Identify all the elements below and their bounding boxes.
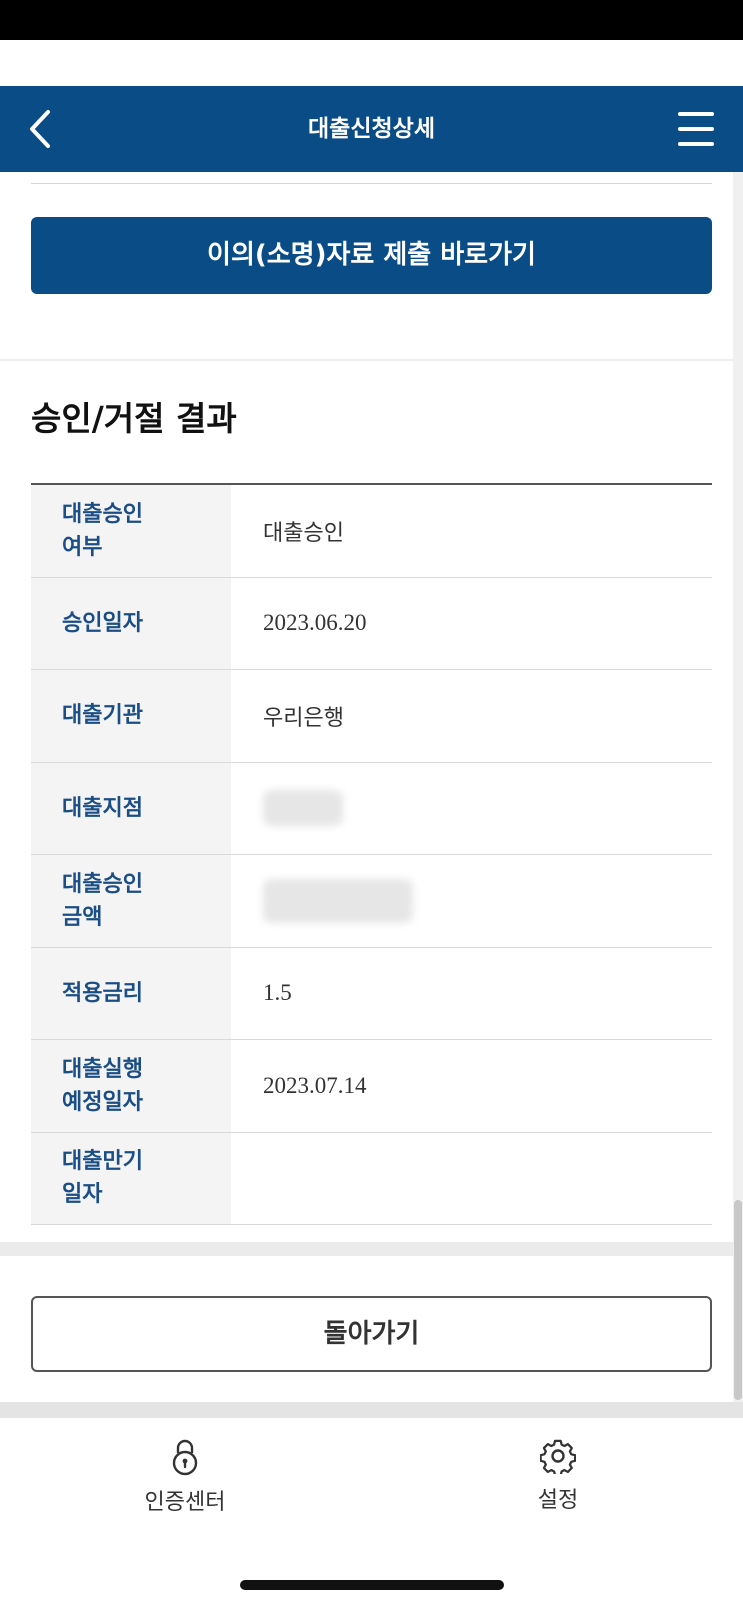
row-value: 2023.06.20 (263, 610, 367, 636)
tab-settings[interactable]: 설정 (478, 1438, 638, 1514)
home-indicator (240, 1580, 504, 1590)
row-label: 대출만기 일자 (31, 1132, 231, 1224)
status-bar (0, 0, 743, 40)
row-label: 승인일자 (31, 577, 231, 669)
row-value-redacted (231, 855, 712, 947)
row-value: 1.5 (263, 980, 292, 1006)
objection-submit-button[interactable]: 이의(소명)자료 제출 바로가기 (31, 217, 712, 294)
row-value (231, 1133, 712, 1225)
table-row: 대출승인 여부 대출승인 (31, 485, 712, 578)
go-back-button[interactable]: 돌아가기 (31, 1296, 712, 1372)
redacted-value (263, 878, 413, 923)
gear-icon (540, 1439, 576, 1474)
tab-cert-center[interactable]: 인증센터 (105, 1438, 265, 1516)
section-divider (0, 359, 743, 361)
row-label: 대출기관 (31, 670, 231, 762)
lock-icon (172, 1439, 198, 1476)
app-header: 대출신청상세 (0, 86, 743, 172)
result-table: 대출승인 여부 대출승인 승인일자 2023.06.20 대출기관 우리은행 대… (31, 483, 712, 1225)
row-value: 대출승인 (263, 520, 344, 546)
table-row: 대출만기 일자 (31, 1132, 712, 1225)
table-row: 적용금리 1.5 (31, 947, 712, 1040)
status-strip (0, 40, 743, 86)
divider (31, 183, 712, 184)
row-value-redacted (231, 763, 712, 855)
page-title: 대출신청상세 (308, 116, 435, 142)
table-row: 승인일자 2023.06.20 (31, 577, 712, 670)
section-title: 승인/거절 결과 (31, 399, 237, 438)
tab-cert-label: 인증센터 (144, 1490, 226, 1515)
table-row: 대출기관 우리은행 (31, 670, 712, 763)
table-row: 대출지점 (31, 762, 712, 855)
row-label: 적용금리 (31, 947, 231, 1039)
row-label: 대출실행 예정일자 (31, 1040, 231, 1132)
tab-settings-label: 설정 (537, 1488, 579, 1513)
row-label: 대출지점 (31, 762, 231, 854)
row-label: 대출승인 금액 (31, 855, 231, 947)
row-value: 2023.07.14 (263, 1072, 367, 1098)
scrollbar-thumb[interactable] (734, 1200, 742, 1400)
tabbar-separator (0, 1402, 743, 1418)
table-row: 대출실행 예정일자 2023.07.14 (31, 1040, 712, 1133)
redacted-value (263, 790, 343, 827)
hamburger-menu-icon[interactable] (678, 112, 714, 146)
row-value: 우리은행 (263, 705, 344, 731)
table-row: 대출승인 금액 (31, 855, 712, 948)
section-separator (0, 1242, 743, 1256)
row-label: 대출승인 여부 (31, 485, 231, 577)
